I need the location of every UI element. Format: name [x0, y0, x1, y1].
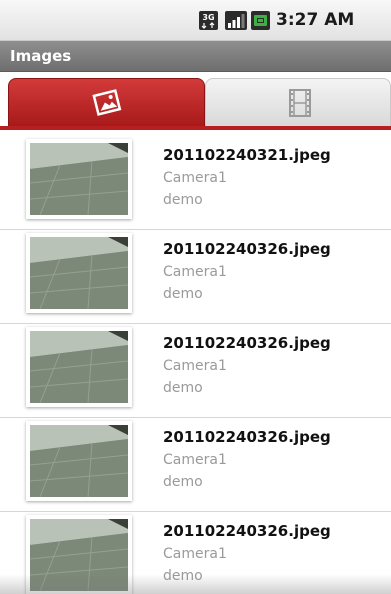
- thumbnail: [26, 139, 132, 219]
- camera-snapshot-image: [30, 237, 128, 309]
- item-user: demo: [163, 474, 203, 490]
- item-camera: Camera1: [163, 170, 227, 186]
- tab-bar: [0, 72, 391, 130]
- camera-snapshot-image: [30, 425, 128, 497]
- list-item[interactable]: 201102240326.jpeg Camera1 demo: [0, 418, 391, 512]
- item-camera: Camera1: [163, 358, 227, 374]
- item-user: demo: [163, 286, 203, 302]
- screen: 3G 3:27 AM Images 201102240321.jpeg Came…: [0, 0, 391, 594]
- item-user: demo: [163, 380, 203, 396]
- camera-snapshot-image: [30, 519, 128, 591]
- item-filename: 201102240321.jpeg: [163, 146, 331, 164]
- item-text: 201102240321.jpeg Camera1 demo: [163, 145, 331, 210]
- image-icon: [92, 89, 122, 116]
- status-bar: 3G 3:27 AM: [0, 0, 391, 41]
- item-text: 201102240326.jpeg Camera1 demo: [163, 521, 331, 586]
- item-user: demo: [163, 568, 203, 584]
- title-bar: Images: [0, 41, 391, 72]
- list-item[interactable]: 201102240326.jpeg Camera1 demo: [0, 230, 391, 324]
- tab-videos[interactable]: [205, 78, 391, 126]
- item-filename: 201102240326.jpeg: [163, 522, 331, 540]
- item-filename: 201102240326.jpeg: [163, 240, 331, 258]
- status-time: 3:27 AM: [276, 10, 355, 30]
- item-filename: 201102240326.jpeg: [163, 334, 331, 352]
- battery-charging-icon: [251, 11, 270, 30]
- page-title: Images: [10, 47, 72, 65]
- item-filename: 201102240326.jpeg: [163, 428, 331, 446]
- signal-strength-icon: [225, 11, 247, 30]
- thumbnail: [26, 327, 132, 407]
- 3g-icon: 3G: [199, 11, 218, 30]
- thumbnail: [26, 421, 132, 501]
- image-list[interactable]: 201102240321.jpeg Camera1 demo 201102240…: [0, 136, 391, 594]
- item-user: demo: [163, 192, 203, 208]
- item-text: 201102240326.jpeg Camera1 demo: [163, 333, 331, 398]
- item-text: 201102240326.jpeg Camera1 demo: [163, 239, 331, 304]
- list-item[interactable]: 201102240326.jpeg Camera1 demo: [0, 512, 391, 594]
- camera-snapshot-image: [30, 331, 128, 403]
- list-item[interactable]: 201102240326.jpeg Camera1 demo: [0, 324, 391, 418]
- item-camera: Camera1: [163, 452, 227, 468]
- item-camera: Camera1: [163, 264, 227, 280]
- tab-images[interactable]: [8, 78, 205, 126]
- thumbnail: [26, 515, 132, 594]
- list-item[interactable]: 201102240321.jpeg Camera1 demo: [0, 136, 391, 230]
- film-icon: [289, 89, 311, 117]
- tab-underline: [0, 126, 391, 130]
- item-camera: Camera1: [163, 546, 227, 562]
- item-text: 201102240326.jpeg Camera1 demo: [163, 427, 331, 492]
- svg-text:3G: 3G: [202, 13, 214, 22]
- camera-snapshot-image: [30, 143, 128, 215]
- thumbnail: [26, 233, 132, 313]
